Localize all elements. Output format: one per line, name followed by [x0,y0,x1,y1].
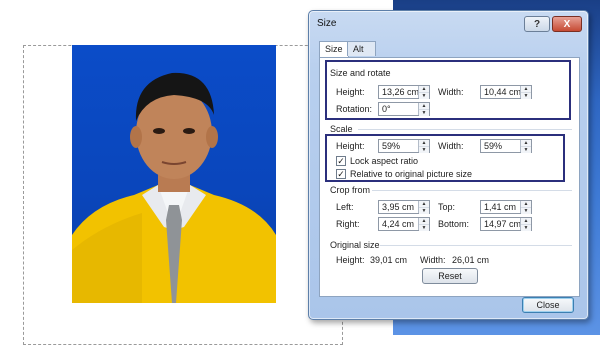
portrait-photo [72,72,276,303]
spin-down-icon[interactable]: ▼ [521,146,531,153]
rotation-value: 0° [382,104,391,114]
scale-height-spinner[interactable]: ▲ ▼ [418,140,429,153]
height-field[interactable]: 13,26 cm ▲ ▼ [378,85,430,99]
close-icon: X [563,18,571,30]
spin-down-icon[interactable]: ▼ [419,207,429,214]
rotation-spinner[interactable]: ▲ ▼ [418,103,429,116]
crop-top-spinner[interactable]: ▲ ▼ [520,201,531,214]
width-spinner[interactable]: ▲ ▼ [520,86,531,99]
crop-left-value: 3,95 cm [382,202,415,212]
spin-down-icon[interactable]: ▼ [521,224,531,231]
size-dialog: Size ? X Size Alt Text Size and rotate H… [308,10,589,320]
crop-top-value: 1,41 cm [484,202,517,212]
spin-down-icon[interactable]: ▼ [419,224,429,231]
spin-down-icon[interactable]: ▼ [419,92,429,99]
help-icon: ? [533,18,541,30]
crop-heading: Crop from [330,185,371,195]
scale-width-value: 59% [484,141,503,151]
lock-aspect-label: Lock aspect ratio [350,156,419,166]
original-width-label: Width: [420,255,446,265]
help-button[interactable]: ? [524,16,550,32]
rotation-field[interactable]: 0° ▲ ▼ [378,102,430,116]
scale-heading: Scale [330,124,353,134]
original-size-divider [380,245,572,246]
close-button-label: Close [536,300,560,310]
scale-width-field[interactable]: 59% ▲ ▼ [480,139,532,153]
reset-button[interactable]: Reset [422,268,478,284]
relative-original-checkbox[interactable]: ✓ [336,169,346,179]
crop-right-spinner[interactable]: ▲ ▼ [418,218,429,231]
scale-width-label: Width: [438,141,464,151]
width-label: Width: [438,87,464,97]
original-width-value: 26,01 cm [452,255,490,265]
crop-bottom-field[interactable]: 14,97 cm ▲ ▼ [480,217,532,231]
crop-bottom-value: 14,97 cm [484,219,522,229]
scale-height-field[interactable]: 59% ▲ ▼ [378,139,430,153]
spin-down-icon[interactable]: ▼ [521,207,531,214]
height-spinner[interactable]: ▲ ▼ [418,86,429,99]
crop-bottom-label: Bottom: [438,219,470,229]
inserted-picture[interactable] [72,45,276,303]
scale-divider [358,129,572,130]
width-field[interactable]: 10,44 cm ▲ ▼ [480,85,532,99]
reset-label: Reset [438,271,462,281]
crop-bottom-spinner[interactable]: ▲ ▼ [520,218,531,231]
tab-size[interactable]: Size [319,41,349,58]
width-value: 10,44 cm [484,87,522,97]
tab-size-label: Size [325,44,343,54]
crop-right-value: 4,24 cm [382,219,415,229]
crop-top-label: Top: [438,202,456,212]
spin-down-icon[interactable]: ▼ [521,92,531,99]
tab-alt-text[interactable]: Alt Text [347,41,376,68]
height-value: 13,26 cm [382,87,420,97]
lock-aspect-checkbox[interactable]: ✓ [336,156,346,166]
size-rotate-heading: Size and rotate [330,68,391,78]
crop-divider [372,190,572,191]
crop-left-field[interactable]: 3,95 cm ▲ ▼ [378,200,430,214]
height-label: Height: [336,87,365,97]
crop-left-spinner[interactable]: ▲ ▼ [418,201,429,214]
relative-original-label: Relative to original picture size [350,169,473,179]
title-close-button[interactable]: X [552,16,582,32]
size-tab-panel: Size and rotate Height: 13,26 cm ▲ ▼ Wid… [319,57,580,297]
dialog-title: Size [317,18,337,29]
rotation-label: Rotation: [336,104,373,114]
original-height-value: 39,01 cm [370,255,408,265]
spin-down-icon[interactable]: ▼ [419,146,429,153]
spin-down-icon[interactable]: ▼ [419,109,429,116]
close-button[interactable]: Close [522,297,574,313]
scale-height-value: 59% [382,141,401,151]
original-height-label: Height: [336,255,365,265]
crop-left-label: Left: [336,202,354,212]
dialog-titlebar[interactable]: Size ? X [309,11,588,39]
scale-height-label: Height: [336,141,365,151]
scale-width-spinner[interactable]: ▲ ▼ [520,140,531,153]
original-size-heading: Original size [330,240,380,250]
crop-top-field[interactable]: 1,41 cm ▲ ▼ [480,200,532,214]
crop-right-field[interactable]: 4,24 cm ▲ ▼ [378,217,430,231]
crop-right-label: Right: [336,219,360,229]
